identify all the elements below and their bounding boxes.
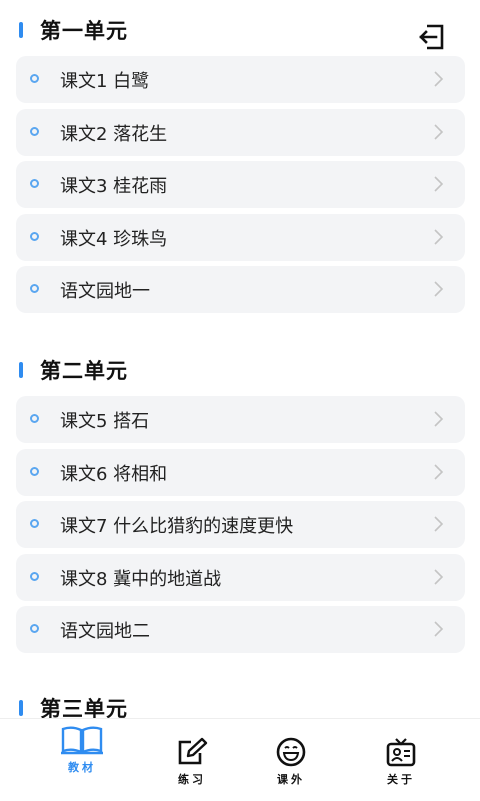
- badge-icon: [386, 738, 416, 767]
- lesson-label: 课文6 将相和: [60, 463, 168, 485]
- lesson-item[interactable]: 课文3 桂花雨: [16, 161, 465, 208]
- lesson-item[interactable]: 课文7 什么比猎豹的速度更快: [16, 501, 465, 548]
- bullet-icon: [30, 284, 39, 293]
- book-icon: [61, 726, 103, 755]
- exit-icon: [419, 24, 444, 50]
- chevron-right-icon: [434, 281, 444, 297]
- bullet-icon: [30, 572, 39, 581]
- exit-button[interactable]: [416, 22, 446, 52]
- chevron-right-icon: [434, 176, 444, 192]
- unit-accent-bar: [19, 700, 23, 716]
- tab-textbook[interactable]: 教材: [37, 719, 127, 801]
- bullet-icon: [30, 414, 39, 423]
- bullet-icon: [30, 624, 39, 633]
- chevron-right-icon: [434, 464, 444, 480]
- tab-extracurricular[interactable]: 课外: [246, 719, 336, 801]
- chevron-right-icon: [434, 71, 444, 87]
- lesson-label: 课文1 白鹭: [60, 70, 150, 92]
- chevron-right-icon: [434, 569, 444, 585]
- lesson-item[interactable]: 课文2 落花生: [16, 109, 465, 156]
- bottom-tab-bar: 教材 练习 课外 关于: [0, 718, 480, 801]
- chevron-right-icon: [434, 124, 444, 140]
- lesson-label: 课文3 桂花雨: [60, 175, 168, 197]
- lesson-label: 课文5 搭石: [60, 410, 150, 432]
- lesson-label: 课文8 冀中的地道战: [60, 568, 222, 590]
- lesson-label: 课文7 什么比猎豹的速度更快: [60, 515, 294, 537]
- unit-accent-bar: [19, 22, 23, 38]
- unit-header: 第二单元: [0, 350, 480, 390]
- tab-label: 关于: [387, 773, 415, 786]
- lesson-item[interactable]: 语文园地二: [16, 606, 465, 653]
- bullet-icon: [30, 519, 39, 528]
- tab-label: 练习: [178, 773, 206, 786]
- tab-label: 教材: [68, 761, 96, 774]
- unit-accent-bar: [19, 362, 23, 378]
- chevron-right-icon: [434, 411, 444, 427]
- unit-header: 第一单元: [0, 10, 480, 50]
- unit-title: 第二单元: [40, 359, 128, 383]
- lesson-item[interactable]: 课文1 白鹭: [16, 56, 465, 103]
- bullet-icon: [30, 232, 39, 241]
- lesson-item[interactable]: 课文4 珍珠鸟: [16, 214, 465, 261]
- lesson-label: 课文4 珍珠鸟: [60, 228, 168, 250]
- tab-label: 课外: [277, 773, 305, 786]
- chevron-right-icon: [434, 516, 444, 532]
- lesson-item[interactable]: 课文6 将相和: [16, 449, 465, 496]
- chevron-right-icon: [434, 229, 444, 245]
- lesson-item[interactable]: 语文园地一: [16, 266, 465, 313]
- edit-icon: [178, 737, 208, 765]
- lesson-label: 语文园地二: [60, 620, 150, 642]
- lesson-item[interactable]: 课文8 冀中的地道战: [16, 554, 465, 601]
- tab-about[interactable]: 关于: [356, 719, 446, 801]
- lesson-label: 语文园地一: [60, 280, 150, 302]
- bullet-icon: [30, 179, 39, 188]
- bullet-icon: [30, 127, 39, 136]
- unit-header: 第三单元: [0, 688, 480, 718]
- lesson-item[interactable]: 课文5 搭石: [16, 396, 465, 443]
- lesson-list[interactable]: 第一单元 课文1 白鹭 课文2 落花生 课文3 桂花雨 课文4 珍珠鸟 语文园地…: [0, 0, 480, 718]
- unit-title: 第一单元: [40, 19, 128, 43]
- tab-practice[interactable]: 练习: [147, 719, 237, 801]
- chevron-right-icon: [434, 621, 444, 637]
- smile-icon: [276, 737, 306, 767]
- unit-title: 第三单元: [40, 697, 128, 718]
- bullet-icon: [30, 467, 39, 476]
- bullet-icon: [30, 74, 39, 83]
- lesson-label: 课文2 落花生: [60, 123, 168, 145]
